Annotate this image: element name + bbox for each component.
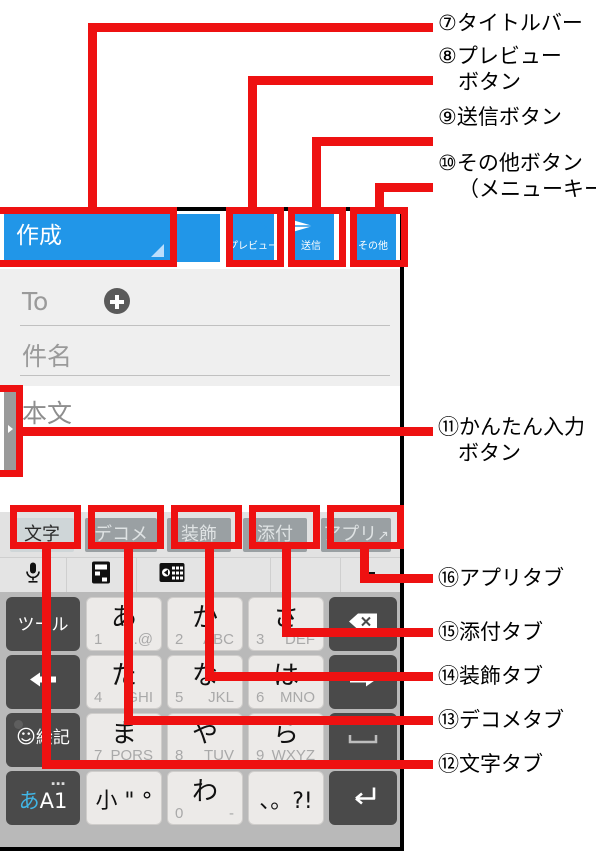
- note-14: ⑭装飾タブ: [438, 664, 543, 688]
- note-16: ⑯アプリタブ: [438, 566, 564, 590]
- body-placeholder: 本文: [22, 399, 73, 428]
- leader-12-h: [42, 760, 433, 769]
- leader-16-v: [360, 545, 369, 579]
- key-wa[interactable]: わ0-: [167, 771, 243, 825]
- callout-box-send: [288, 207, 346, 267]
- smiley-icon: ☺: [16, 726, 36, 748]
- leader-8-v: [248, 76, 257, 213]
- leader-9-h: [312, 137, 433, 146]
- note-13: ⑬デコメタブ: [438, 708, 564, 732]
- screenshot-root: 作成 プレビュー 送信 その他 To 件名 本文 文字 デコメ 装飾 添付 アプ…: [0, 0, 596, 851]
- leader-12-v: [42, 545, 51, 765]
- leader-7-h: [88, 23, 433, 32]
- note-15: ⑮添付タブ: [438, 620, 543, 644]
- leader-8-h: [248, 76, 433, 85]
- enter-icon: [348, 786, 378, 811]
- leader-9-v: [312, 137, 321, 213]
- input-mode-label: あA1: [18, 789, 68, 813]
- callout-box-tab-soshoku: [171, 505, 242, 549]
- leader-14-h: [205, 672, 433, 681]
- leader-11-h: [18, 427, 433, 436]
- add-contact-icon[interactable]: [104, 288, 130, 314]
- note-9: ⑨送信ボタン: [438, 105, 562, 129]
- microphone-icon[interactable]: [0, 558, 67, 592]
- subject-field[interactable]: 件名: [20, 331, 390, 376]
- input-mode-key[interactable]: ▪▪▪ あA1: [6, 771, 80, 825]
- callout-box-more: [350, 207, 408, 267]
- punctuation-key[interactable]: 、。?!: [248, 771, 324, 825]
- leader-10-v: [375, 183, 384, 213]
- leader-13-v: [124, 545, 133, 721]
- cursor-right-key[interactable]: [329, 655, 397, 709]
- to-field-label: To: [22, 287, 49, 316]
- callout-box-titlebar: [0, 207, 177, 267]
- title-bar-filler: [172, 214, 220, 262]
- callout-box-tab-moji: [10, 505, 81, 549]
- compose-area: To 件名 本文: [0, 269, 400, 512]
- leader-7-v: [88, 23, 97, 213]
- note-10: ⑩その他ボタン（メニューキー）: [438, 151, 596, 201]
- callout-box-tab-decome: [88, 505, 164, 549]
- body-field[interactable]: 本文: [0, 386, 400, 512]
- callout-box-tab-appli: [327, 505, 404, 549]
- leader-15-h: [282, 628, 433, 637]
- note-8: ⑧プレビュー ボタン: [438, 44, 562, 94]
- small-dakuten-key[interactable]: 小 " °: [86, 771, 162, 825]
- ime-icon-blank-2[interactable]: [270, 558, 341, 592]
- enter-key[interactable]: [329, 771, 397, 825]
- key-ha[interactable]: は6MNO: [248, 655, 324, 709]
- note-7: ⑦タイトルバー: [438, 11, 583, 35]
- leader-16-h: [360, 574, 433, 583]
- note-11: ⑪かんたん入力 ボタン: [438, 415, 585, 465]
- subject-placeholder: 件名: [22, 342, 73, 371]
- space-icon: [348, 731, 378, 749]
- callout-box-preview: [226, 207, 284, 267]
- ime-icon-row: [0, 557, 400, 592]
- to-field[interactable]: To: [20, 281, 390, 326]
- callout-box-tab-tenpu: [249, 505, 320, 549]
- note-12: ⑫文字タブ: [438, 752, 543, 776]
- leader-14-v: [205, 545, 214, 677]
- backspace-key[interactable]: [329, 597, 397, 651]
- leader-13-h: [124, 716, 433, 725]
- keyboard-switch-icon[interactable]: [136, 558, 209, 592]
- leader-15-v: [282, 545, 291, 633]
- ime-icon-blank-1[interactable]: [208, 558, 271, 592]
